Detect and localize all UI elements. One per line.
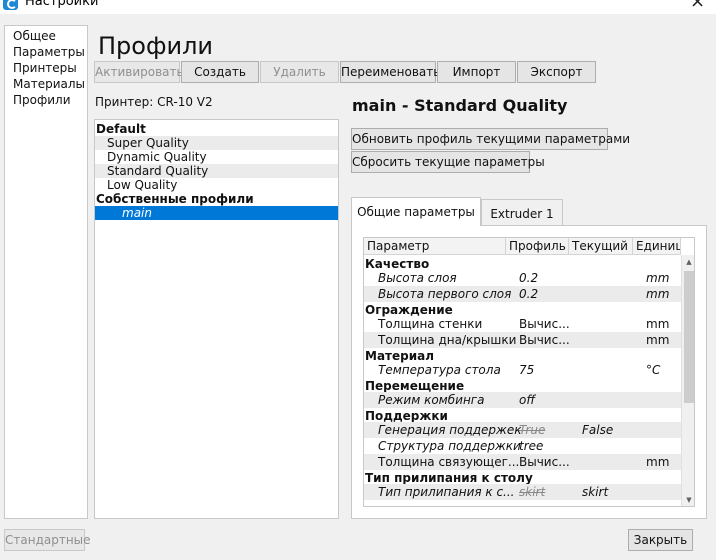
- column-header-setting[interactable]: Параметр: [364, 238, 506, 255]
- unit-value: mm: [646, 271, 670, 285]
- profile-value: 75: [519, 363, 535, 377]
- profile-value: 0.2: [519, 271, 539, 285]
- profile-value: Вычис...: [519, 317, 570, 331]
- preferences-sidebar: Общее Параметры Принтеры Материалы Профи…: [4, 25, 88, 519]
- table-row[interactable]: Тип прилипания к с... skirt skirt: [364, 484, 681, 500]
- unit-value: mm: [646, 287, 670, 301]
- unit-value: mm: [646, 455, 670, 469]
- table-row[interactable]: Высота первого слоя 0.2 mm: [364, 286, 681, 302]
- sidebar-item-settings[interactable]: Параметры: [13, 45, 85, 59]
- current-value: False: [582, 423, 614, 437]
- profile-heading: main - Standard Quality: [352, 96, 568, 115]
- table-row[interactable]: Генерация поддержек True False: [364, 422, 681, 438]
- app-logo-icon: [3, 0, 18, 10]
- activate-button[interactable]: Активировать: [94, 61, 184, 83]
- profile-value: off: [519, 393, 536, 407]
- setting-name: Генерация поддержек: [378, 423, 522, 437]
- setting-name: Температура стола: [378, 363, 501, 377]
- restore-defaults-button[interactable]: Стандартные: [4, 529, 91, 551]
- sidebar-item-general[interactable]: Общее: [13, 29, 56, 43]
- profile-value: skirt: [519, 485, 546, 499]
- sidebar-item-materials[interactable]: Материалы: [13, 77, 85, 91]
- sidebar-item-profiles[interactable]: Профили: [13, 93, 71, 107]
- sidebar-item-printers[interactable]: Принтеры: [13, 61, 77, 75]
- current-value: skirt: [582, 485, 609, 499]
- scroll-thumb[interactable]: [684, 271, 694, 403]
- setting-name: Структура поддержки: [378, 439, 521, 453]
- unit-value: mm: [646, 317, 670, 331]
- setting-name: Толщина дна/крышки: [378, 333, 517, 347]
- import-button[interactable]: Импорт: [437, 61, 516, 83]
- profile-item-low[interactable]: Low Quality: [95, 178, 338, 192]
- update-profile-button[interactable]: Обновить профиль текущими параметрами: [351, 128, 630, 150]
- profile-item-standard[interactable]: Standard Quality: [95, 164, 338, 178]
- unit-value: °C: [646, 363, 661, 377]
- window-title: Настройки: [25, 0, 99, 9]
- profile-value: Вычис...: [519, 455, 570, 469]
- printer-label: Принтер: CR-10 V2: [95, 95, 213, 109]
- table-row[interactable]: Толщина стенки Вычис... mm: [364, 316, 681, 332]
- profile-list: Default Super Quality Dynamic Quality St…: [94, 119, 339, 519]
- profile-value: True: [519, 423, 546, 437]
- profile-value: tree: [519, 439, 544, 453]
- table-row[interactable]: Толщина связующег... Вычис... mm: [364, 454, 681, 470]
- table-row[interactable]: Температура стола 75 °C: [364, 362, 681, 378]
- table-row[interactable]: Высота слоя 0.2 mm: [364, 270, 681, 286]
- create-button[interactable]: Создать: [181, 61, 259, 83]
- tab-general-settings[interactable]: Общие параметры: [351, 197, 481, 226]
- setting-name: Высота первого слоя: [378, 287, 512, 301]
- rename-button[interactable]: Переименовать: [340, 61, 440, 83]
- column-header-profile[interactable]: Профиль: [506, 238, 569, 255]
- unit-value: mm: [646, 333, 670, 347]
- table-scrollbar[interactable]: ▲ ▼: [681, 255, 694, 506]
- close-window-icon[interactable]: ×: [690, 0, 705, 11]
- table-row[interactable]: Толщина дна/крышки Вычис... mm: [364, 332, 681, 348]
- table-row[interactable]: Структура поддержки tree: [364, 438, 681, 454]
- delete-button[interactable]: Удалить: [260, 61, 339, 83]
- reset-settings-button[interactable]: Сбросить текущие параметры: [351, 151, 545, 173]
- profile-item-super[interactable]: Super Quality: [95, 136, 338, 150]
- export-button[interactable]: Экспорт: [517, 61, 596, 83]
- tab-extruder-1[interactable]: Extruder 1: [481, 199, 563, 226]
- setting-name: Высота слоя: [378, 271, 457, 285]
- column-header-unit[interactable]: Единица: [633, 238, 681, 255]
- setting-name: Толщина стенки: [378, 317, 483, 331]
- setting-name: Тип прилипания к с...: [378, 485, 515, 499]
- setting-name: Толщина связующег...: [378, 455, 520, 469]
- profile-group-header: Default: [96, 122, 146, 136]
- close-button[interactable]: Закрыть: [628, 529, 693, 551]
- title-bar: Настройки ×: [0, 0, 716, 14]
- profile-group-header: Собственные профили: [96, 192, 254, 206]
- profile-item-main[interactable]: main: [95, 206, 338, 220]
- profile-value: 0.2: [519, 287, 539, 301]
- profile-item-dynamic[interactable]: Dynamic Quality: [95, 150, 338, 164]
- setting-name: Режим комбинга: [378, 393, 485, 407]
- column-header-current[interactable]: Текущий: [569, 238, 633, 255]
- settings-table: Параметр Профиль Текущий Единица Качеств…: [363, 237, 695, 507]
- page-title: Профили: [98, 32, 214, 60]
- scroll-down-icon[interactable]: ▼: [682, 493, 694, 506]
- table-row[interactable]: Режим комбинга off: [364, 392, 681, 408]
- scroll-up-icon[interactable]: ▲: [682, 255, 694, 269]
- profile-value: Вычис...: [519, 333, 570, 347]
